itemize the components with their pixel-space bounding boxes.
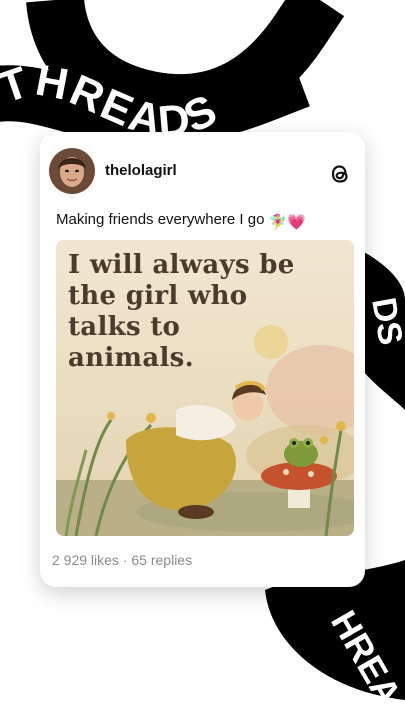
username[interactable]: thelolagirl	[105, 162, 177, 179]
caption-emojis: 🧚‍♀️💗	[268, 214, 306, 231]
quote-line: I will always be	[68, 250, 295, 280]
right-ribbon: DS	[360, 250, 405, 410]
replies-count[interactable]: 65 replies	[131, 552, 192, 568]
post-caption: Making friends everywhere I go 🧚‍♀️💗	[56, 211, 306, 231]
post-image-quote: I will always be the girl who talks to a…	[68, 250, 353, 374]
quote-line: the girl who	[68, 281, 248, 311]
likes-count[interactable]: 2 929 likes	[52, 552, 119, 568]
quote-line: talks to	[68, 312, 181, 342]
avatar[interactable]	[49, 148, 95, 194]
stats-separator: ·	[122, 552, 128, 568]
quote-line: animals.	[68, 343, 194, 373]
post-stats: 2 929 likes · 65 replies	[52, 552, 192, 568]
avatar-image	[49, 148, 95, 194]
top-ribbon: THREADS	[0, 0, 345, 147]
post-image[interactable]: I will always be the girl who talks to a…	[56, 240, 354, 536]
threads-logo-icon[interactable]	[327, 161, 353, 187]
threads-share-screen: THREADS DS HREA thelolagirl	[0, 0, 405, 720]
caption-text: Making friends everywhere I go	[56, 211, 265, 228]
post-card[interactable]: thelolagirl Making friends everywhere I …	[40, 132, 365, 587]
